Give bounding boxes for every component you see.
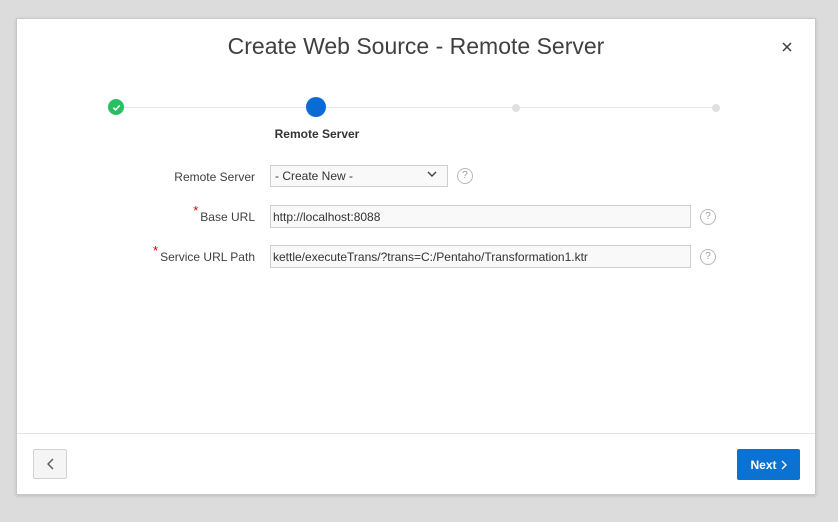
- checkmark-icon: [112, 104, 120, 111]
- base-url-label: * Base URL: [17, 203, 255, 224]
- wizard-step-completed: [108, 99, 124, 115]
- wizard-step-future: [712, 104, 720, 112]
- footer-divider: [17, 433, 815, 434]
- service-url-path-help-icon[interactable]: ?: [700, 249, 716, 265]
- previous-button[interactable]: [33, 449, 67, 479]
- service-url-path-label-text: Service URL Path: [160, 250, 255, 264]
- dialog-title: Create Web Source - Remote Server: [227, 33, 605, 59]
- chevron-right-icon: [781, 460, 787, 469]
- required-indicator: *: [193, 203, 199, 218]
- remote-server-select[interactable]: - Create New -: [270, 165, 448, 187]
- wizard-step-future: [512, 104, 520, 112]
- create-web-source-dialog: Create Web Source - Remote Server Remote…: [16, 18, 816, 495]
- base-url-help-icon[interactable]: ?: [700, 209, 716, 225]
- service-url-path-input[interactable]: [270, 245, 691, 268]
- chevron-left-icon: [46, 458, 53, 470]
- remote-server-help-icon[interactable]: ?: [457, 168, 473, 184]
- remote-server-selected-value: - Create New -: [275, 169, 354, 183]
- required-indicator: *: [153, 243, 159, 258]
- next-button[interactable]: Next: [737, 449, 800, 480]
- chevron-down-icon: [427, 171, 437, 177]
- close-icon: [782, 42, 792, 52]
- close-button[interactable]: [777, 37, 797, 57]
- base-url-label-text: Base URL: [200, 210, 255, 224]
- remote-server-label: Remote Server: [174, 170, 255, 184]
- wizard-progress-track: [117, 107, 717, 108]
- next-button-label: Next: [750, 457, 777, 472]
- wizard-current-step-label: Remote Server: [274, 127, 360, 141]
- wizard-step-current: [306, 97, 326, 117]
- service-url-path-label: * Service URL Path: [17, 243, 255, 264]
- base-url-input[interactable]: [270, 205, 691, 228]
